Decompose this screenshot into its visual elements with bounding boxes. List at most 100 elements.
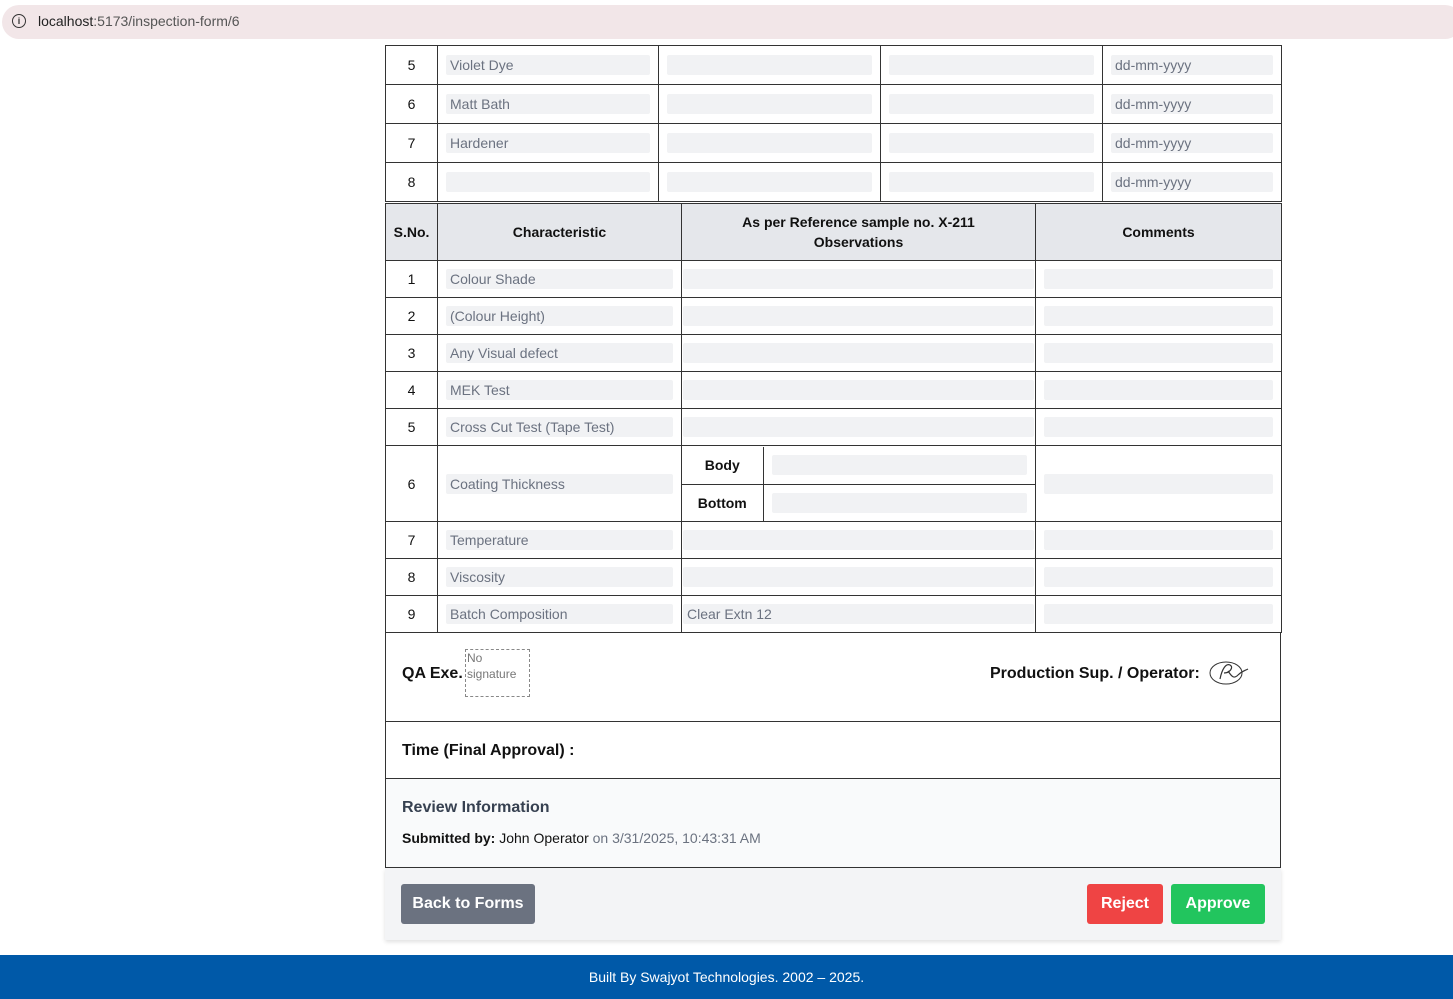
date-input[interactable]: dd-mm-yyyy — [1111, 133, 1273, 153]
table-row: 6 Matt Bath dd-mm-yyyy — [385, 84, 1282, 124]
comment-input[interactable] — [1044, 380, 1273, 400]
submitted-by-label: Submitted by: — [402, 830, 496, 846]
table-row: 8 dd-mm-yyyy — [385, 162, 1282, 202]
header-sno: S.No. — [385, 203, 438, 261]
comment-input[interactable] — [1044, 343, 1273, 363]
reject-button[interactable]: Reject — [1087, 884, 1163, 924]
table-row: 5 Violet Dye dd-mm-yyyy — [385, 45, 1282, 85]
quantity-input[interactable] — [889, 133, 1094, 153]
chemical-name-input[interactable] — [446, 172, 650, 192]
submitted-by-line: Submitted by: John Operator on 3/31/2025… — [402, 830, 761, 846]
batch-no-input[interactable] — [667, 172, 872, 192]
comment-input[interactable] — [1044, 567, 1273, 587]
body-thickness-input[interactable] — [771, 455, 1027, 475]
review-title: Review Information — [402, 799, 550, 816]
table-row: 8 Viscosity — [385, 558, 1282, 596]
observation-input[interactable] — [683, 380, 1034, 400]
table-row: 7 Hardener dd-mm-yyyy — [385, 123, 1282, 163]
qa-signature-placeholder: No signature — [465, 649, 530, 697]
submitted-by-name: John Operator — [499, 830, 589, 846]
qa-exe-label: QA Exe. — [402, 665, 463, 682]
signature-section: QA Exe. No signature Production Sup. / O… — [385, 633, 1281, 722]
bottom-label: Bottom — [682, 484, 764, 521]
characteristic-input[interactable]: (Colour Height) — [446, 306, 673, 326]
header-observations-line2: Observations — [813, 234, 904, 250]
batch-no-input[interactable] — [667, 133, 872, 153]
characteristic-input[interactable]: Any Visual defect — [446, 343, 673, 363]
table-row: 9 Batch Composition Clear Extn 12 — [385, 595, 1282, 633]
batch-no-input[interactable] — [667, 55, 872, 75]
characteristics-table: S.No. Characteristic As per Reference sa… — [385, 203, 1282, 633]
sno-cell: 9 — [385, 595, 438, 633]
body-label: Body — [682, 446, 764, 485]
submitted-on: on 3/31/2025, 10:43:31 AM — [592, 830, 761, 846]
coating-thickness-subtable: Body Bottom — [682, 446, 1035, 521]
chemical-name-input[interactable]: Violet Dye — [446, 55, 650, 75]
table-row: 3 Any Visual defect — [385, 334, 1282, 372]
url-host: localhost — [38, 13, 94, 29]
sno-cell: 8 — [385, 558, 438, 596]
characteristic-input[interactable]: Temperature — [446, 530, 673, 550]
back-to-forms-button[interactable]: Back to Forms — [401, 884, 535, 924]
sno-cell: 5 — [385, 45, 438, 85]
observation-input[interactable] — [683, 530, 1034, 550]
site-info-icon[interactable]: i — [12, 14, 26, 28]
table-row: 1 Colour Shade — [385, 260, 1282, 298]
characteristic-input[interactable]: Colour Shade — [446, 269, 673, 289]
date-input[interactable]: dd-mm-yyyy — [1111, 94, 1273, 114]
page-footer: Built By Swajyot Technologies. 2002 – 20… — [0, 955, 1453, 999]
browser-toolbar: i localhost:5173/inspection-form/6 — [0, 0, 1453, 45]
sno-cell: 1 — [385, 260, 438, 298]
url-path: :5173/inspection-form/6 — [93, 13, 240, 29]
sno-cell: 5 — [385, 408, 438, 446]
final-approval-time-section: Time (Final Approval) : — [385, 722, 1281, 779]
sno-cell: 8 — [385, 162, 438, 202]
characteristic-input[interactable]: Coating Thickness — [446, 473, 673, 494]
comment-input[interactable] — [1044, 269, 1273, 289]
characteristic-input[interactable]: Batch Composition — [446, 604, 673, 624]
observation-input[interactable] — [683, 567, 1034, 587]
chemical-name-input[interactable]: Hardener — [446, 133, 650, 153]
characteristic-input[interactable]: MEK Test — [446, 380, 673, 400]
sno-cell: 3 — [385, 334, 438, 372]
characteristic-input[interactable]: Cross Cut Test (Tape Test) — [446, 417, 673, 437]
bottom-thickness-input[interactable] — [771, 492, 1027, 513]
final-approval-time-label: Time (Final Approval) : — [402, 742, 575, 759]
comment-input[interactable] — [1044, 604, 1273, 624]
header-comments: Comments — [1035, 203, 1282, 261]
chemicals-table: 5 Violet Dye dd-mm-yyyy 6 Matt Bath dd-m… — [385, 45, 1282, 202]
quantity-input[interactable] — [889, 55, 1094, 75]
quantity-input[interactable] — [889, 94, 1094, 114]
header-characteristic: Characteristic — [437, 203, 682, 261]
table-row: 4 MEK Test — [385, 371, 1282, 409]
comment-input[interactable] — [1044, 417, 1273, 437]
characteristic-input[interactable]: Viscosity — [446, 567, 673, 587]
observation-input[interactable] — [683, 343, 1034, 363]
address-bar[interactable]: i localhost:5173/inspection-form/6 — [2, 5, 1453, 39]
batch-no-input[interactable] — [667, 94, 872, 114]
action-bar: Back to Forms Reject Approve — [385, 868, 1281, 940]
operator-signature-image — [1209, 661, 1249, 685]
observation-input[interactable] — [683, 306, 1034, 326]
sno-cell: 6 — [385, 445, 438, 522]
observation-input[interactable] — [683, 417, 1034, 437]
inspection-form: 5 Violet Dye dd-mm-yyyy 6 Matt Bath dd-m… — [385, 45, 1282, 940]
quantity-input[interactable] — [889, 172, 1094, 192]
production-sup-label: Production Sup. / Operator: — [990, 665, 1200, 682]
approve-button[interactable]: Approve — [1171, 884, 1265, 924]
table-row: 2 (Colour Height) — [385, 297, 1282, 335]
date-input[interactable]: dd-mm-yyyy — [1111, 172, 1273, 192]
comment-input[interactable] — [1044, 306, 1273, 326]
table-row: 7 Temperature — [385, 521, 1282, 559]
observation-input[interactable] — [683, 269, 1034, 289]
chemical-name-input[interactable]: Matt Bath — [446, 94, 650, 114]
date-input[interactable]: dd-mm-yyyy — [1111, 55, 1273, 75]
url-text[interactable]: localhost:5173/inspection-form/6 — [38, 13, 240, 29]
observation-input[interactable]: Clear Extn 12 — [683, 604, 1034, 624]
table-row: 6 Coating Thickness Body Bottom — [385, 445, 1282, 522]
header-observations: As per Reference sample no. X-211 Observ… — [681, 203, 1036, 261]
sno-cell: 7 — [385, 123, 438, 163]
comment-input[interactable] — [1044, 530, 1273, 550]
table-row: 5 Cross Cut Test (Tape Test) — [385, 408, 1282, 446]
comment-input[interactable] — [1044, 473, 1273, 494]
